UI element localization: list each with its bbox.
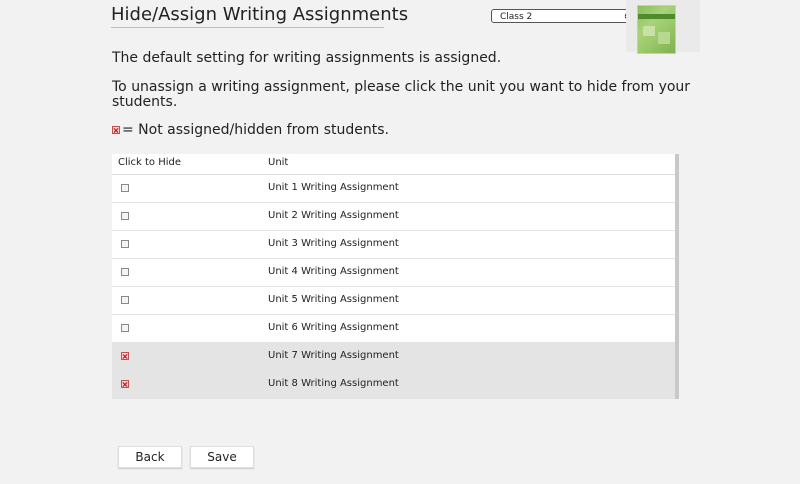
- hidden-checkbox[interactable]: [121, 380, 129, 388]
- hide-checkbox[interactable]: [121, 296, 129, 304]
- class-select[interactable]: Class 2 ▲▼: [491, 9, 634, 23]
- unit-label: Unit 8 Writing Assignment: [268, 378, 399, 389]
- table-row[interactable]: Unit 7 Writing Assignment: [112, 343, 675, 371]
- table-row[interactable]: Unit 3 Writing Assignment: [112, 231, 675, 259]
- page-title: Hide/Assign Writing Assignments: [111, 4, 408, 28]
- table-row[interactable]: Unit 1 Writing Assignment: [112, 175, 675, 203]
- hide-checkbox[interactable]: [121, 212, 129, 220]
- table-row[interactable]: Unit 2 Writing Assignment: [112, 203, 675, 231]
- header-click-to-hide: Click to Hide: [118, 157, 182, 168]
- class-select-value: Class 2: [500, 12, 533, 22]
- assignments-table: Click to Hide Unit Unit 1 Writing Assign…: [112, 154, 679, 399]
- unit-label: Unit 4 Writing Assignment: [268, 266, 399, 277]
- back-button[interactable]: Back: [118, 446, 182, 468]
- table-row[interactable]: Unit 6 Writing Assignment: [112, 315, 675, 343]
- hide-checkbox[interactable]: [121, 324, 129, 332]
- unit-label: Unit 5 Writing Assignment: [268, 294, 399, 305]
- header-unit: Unit: [268, 157, 289, 168]
- legend: = Not assigned/hidden from students.: [112, 122, 389, 138]
- unit-label: Unit 7 Writing Assignment: [268, 350, 399, 361]
- book-cover-thumbnail: [637, 5, 676, 54]
- unit-label: Unit 1 Writing Assignment: [268, 182, 399, 193]
- table-row[interactable]: Unit 5 Writing Assignment: [112, 287, 675, 315]
- table-row[interactable]: Unit 4 Writing Assignment: [112, 259, 675, 287]
- unit-label: Unit 3 Writing Assignment: [268, 238, 399, 249]
- instructions-text: To unassign a writing assignment, please…: [112, 79, 691, 110]
- hide-checkbox[interactable]: [121, 240, 129, 248]
- hidden-checkbox[interactable]: [121, 352, 129, 360]
- unit-label: Unit 2 Writing Assignment: [268, 210, 399, 221]
- save-button[interactable]: Save: [190, 446, 254, 468]
- hide-checkbox[interactable]: [121, 184, 129, 192]
- unit-label: Unit 6 Writing Assignment: [268, 322, 399, 333]
- hide-checkbox[interactable]: [121, 268, 129, 276]
- default-setting-text: The default setting for writing assignme…: [112, 50, 502, 66]
- table-row[interactable]: Unit 8 Writing Assignment: [112, 371, 675, 399]
- legend-text: = Not assigned/hidden from students.: [122, 122, 389, 138]
- hidden-marker-icon: [112, 126, 120, 134]
- table-header: Click to Hide Unit: [112, 154, 675, 175]
